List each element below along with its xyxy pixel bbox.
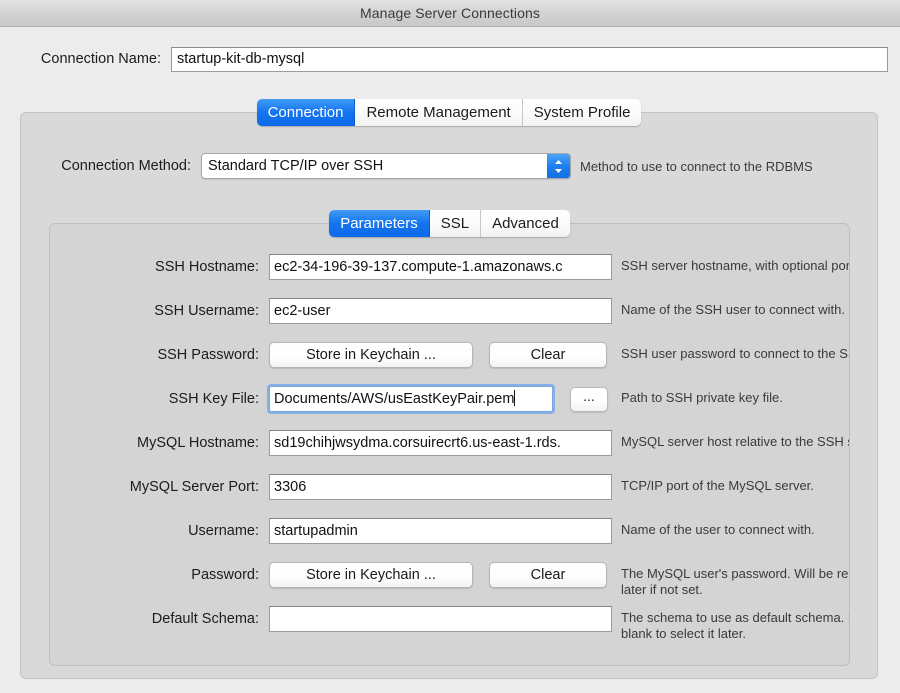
ssh-password-control: Store in Keychain ... Clear (269, 342, 612, 368)
window-title: Manage Server Connections (360, 5, 540, 21)
ssh-key-file-help: Path to SSH private key file. (612, 386, 849, 406)
default-schema-label: Default Schema: (50, 606, 269, 632)
connection-method-value: Standard TCP/IP over SSH (202, 158, 383, 174)
ssh-username-label: SSH Username: (50, 298, 269, 324)
ssh-password-clear-button[interactable]: Clear (489, 342, 607, 368)
field-row-username: Username: Name of the user to connect wi… (50, 518, 849, 562)
password-help: The MySQL user's password. Will be req l… (612, 562, 850, 598)
tab-remote-management[interactable]: Remote Management (355, 99, 522, 126)
ssh-username-control (269, 298, 612, 324)
ssh-password-help: SSH user password to connect to the SS (612, 342, 849, 362)
default-schema-help-line2: blank to select it later. (621, 626, 850, 642)
mysql-hostname-help: MySQL server host relative to the SSH s (612, 430, 849, 450)
field-row-password: Password: Store in Keychain ... Clear Th… (50, 562, 849, 606)
text-caret (514, 390, 515, 406)
username-label: Username: (50, 518, 269, 544)
connection-name-label: Connection Name: (12, 51, 171, 67)
password-control: Store in Keychain ... Clear (269, 562, 612, 588)
field-row-ssh-password: SSH Password: Store in Keychain ... Clea… (50, 342, 849, 386)
tab-system-profile[interactable]: System Profile (523, 99, 642, 126)
ssh-key-file-control: Documents/AWS/usEastKeyPair.pem ... (269, 386, 612, 412)
ssh-password-label: SSH Password: (50, 342, 269, 368)
ssh-hostname-control (269, 254, 612, 280)
default-schema-help: The schema to use as default schema. L b… (612, 606, 850, 642)
ssh-hostname-label: SSH Hostname: (50, 254, 269, 280)
ssh-hostname-help: SSH server hostname, with optional port (612, 254, 849, 274)
stepper-updown-icon[interactable] (547, 154, 570, 178)
tab-connection[interactable]: Connection (257, 99, 356, 126)
mysql-hostname-input[interactable] (269, 430, 612, 456)
mysql-hostname-control (269, 430, 612, 456)
ssh-username-help: Name of the SSH user to connect with. (612, 298, 849, 318)
inner-tabgroup: Parameters SSL Advanced (329, 210, 570, 237)
parameters-form: SSH Hostname: SSH server hostname, with … (50, 254, 849, 650)
password-help-line2: later if not set. (621, 582, 850, 598)
connection-tab-section: Connection Remote Management System Prof… (20, 99, 878, 679)
mysql-port-help: TCP/IP port of the MySQL server. (612, 474, 849, 494)
field-row-mysql-port: MySQL Server Port: TCP/IP port of the My… (50, 474, 849, 518)
tab-ssl[interactable]: SSL (430, 210, 481, 237)
password-store-keychain-button[interactable]: Store in Keychain ... (269, 562, 473, 588)
default-schema-control (269, 606, 612, 632)
parameters-tab-panel: SSH Hostname: SSH server hostname, with … (49, 223, 850, 666)
tab-advanced[interactable]: Advanced (481, 210, 570, 237)
username-help: Name of the user to connect with. (612, 518, 849, 538)
mysql-port-input[interactable] (269, 474, 612, 500)
connection-name-input[interactable] (171, 47, 888, 72)
username-input[interactable] (269, 518, 612, 544)
mysql-port-control (269, 474, 612, 500)
window-titlebar: Manage Server Connections (0, 0, 900, 27)
default-schema-input[interactable] (269, 606, 612, 632)
password-help-line1: The MySQL user's password. Will be req (621, 566, 850, 582)
ssh-password-store-keychain-button[interactable]: Store in Keychain ... (269, 342, 473, 368)
ssh-key-file-browse-button[interactable]: ... (570, 387, 608, 412)
password-label: Password: (50, 562, 269, 588)
connection-tab-panel: Connection Method: Standard TCP/IP over … (20, 112, 878, 679)
password-clear-button[interactable]: Clear (489, 562, 607, 588)
connection-name-row: Connection Name: (0, 27, 900, 74)
manage-server-connections-window: Manage Server Connections Connection Nam… (0, 0, 900, 693)
username-control (269, 518, 612, 544)
field-row-default-schema: Default Schema: The schema to use as def… (50, 606, 849, 650)
ssh-key-file-label: SSH Key File: (50, 386, 269, 412)
tab-parameters[interactable]: Parameters (329, 210, 430, 237)
field-row-mysql-hostname: MySQL Hostname: MySQL server host relati… (50, 430, 849, 474)
outer-tabgroup: Connection Remote Management System Prof… (257, 99, 642, 126)
connection-method-row: Connection Method: Standard TCP/IP over … (21, 153, 877, 179)
default-schema-help-line1: The schema to use as default schema. L (621, 610, 850, 626)
mysql-hostname-label: MySQL Hostname: (50, 430, 269, 456)
field-row-ssh-key-file: SSH Key File: Documents/AWS/usEastKeyPai… (50, 386, 849, 430)
connection-method-select[interactable]: Standard TCP/IP over SSH (201, 153, 571, 179)
connection-method-help: Method to use to connect to the RDBMS (571, 159, 813, 174)
mysql-port-label: MySQL Server Port: (50, 474, 269, 500)
connection-method-label: Connection Method: (21, 158, 201, 174)
ssh-hostname-input[interactable] (269, 254, 612, 280)
field-row-ssh-hostname: SSH Hostname: SSH server hostname, with … (50, 254, 849, 298)
inner-tabbar: Parameters SSL Advanced (49, 210, 850, 237)
field-row-ssh-username: SSH Username: Name of the SSH user to co… (50, 298, 849, 342)
ssh-username-input[interactable] (269, 298, 612, 324)
ssh-key-file-input[interactable]: Documents/AWS/usEastKeyPair.pem (269, 386, 553, 412)
parameters-tab-section: Parameters SSL Advanced SSH Hostname: (49, 210, 850, 666)
ssh-key-file-value: Documents/AWS/usEastKeyPair.pem (274, 391, 514, 407)
